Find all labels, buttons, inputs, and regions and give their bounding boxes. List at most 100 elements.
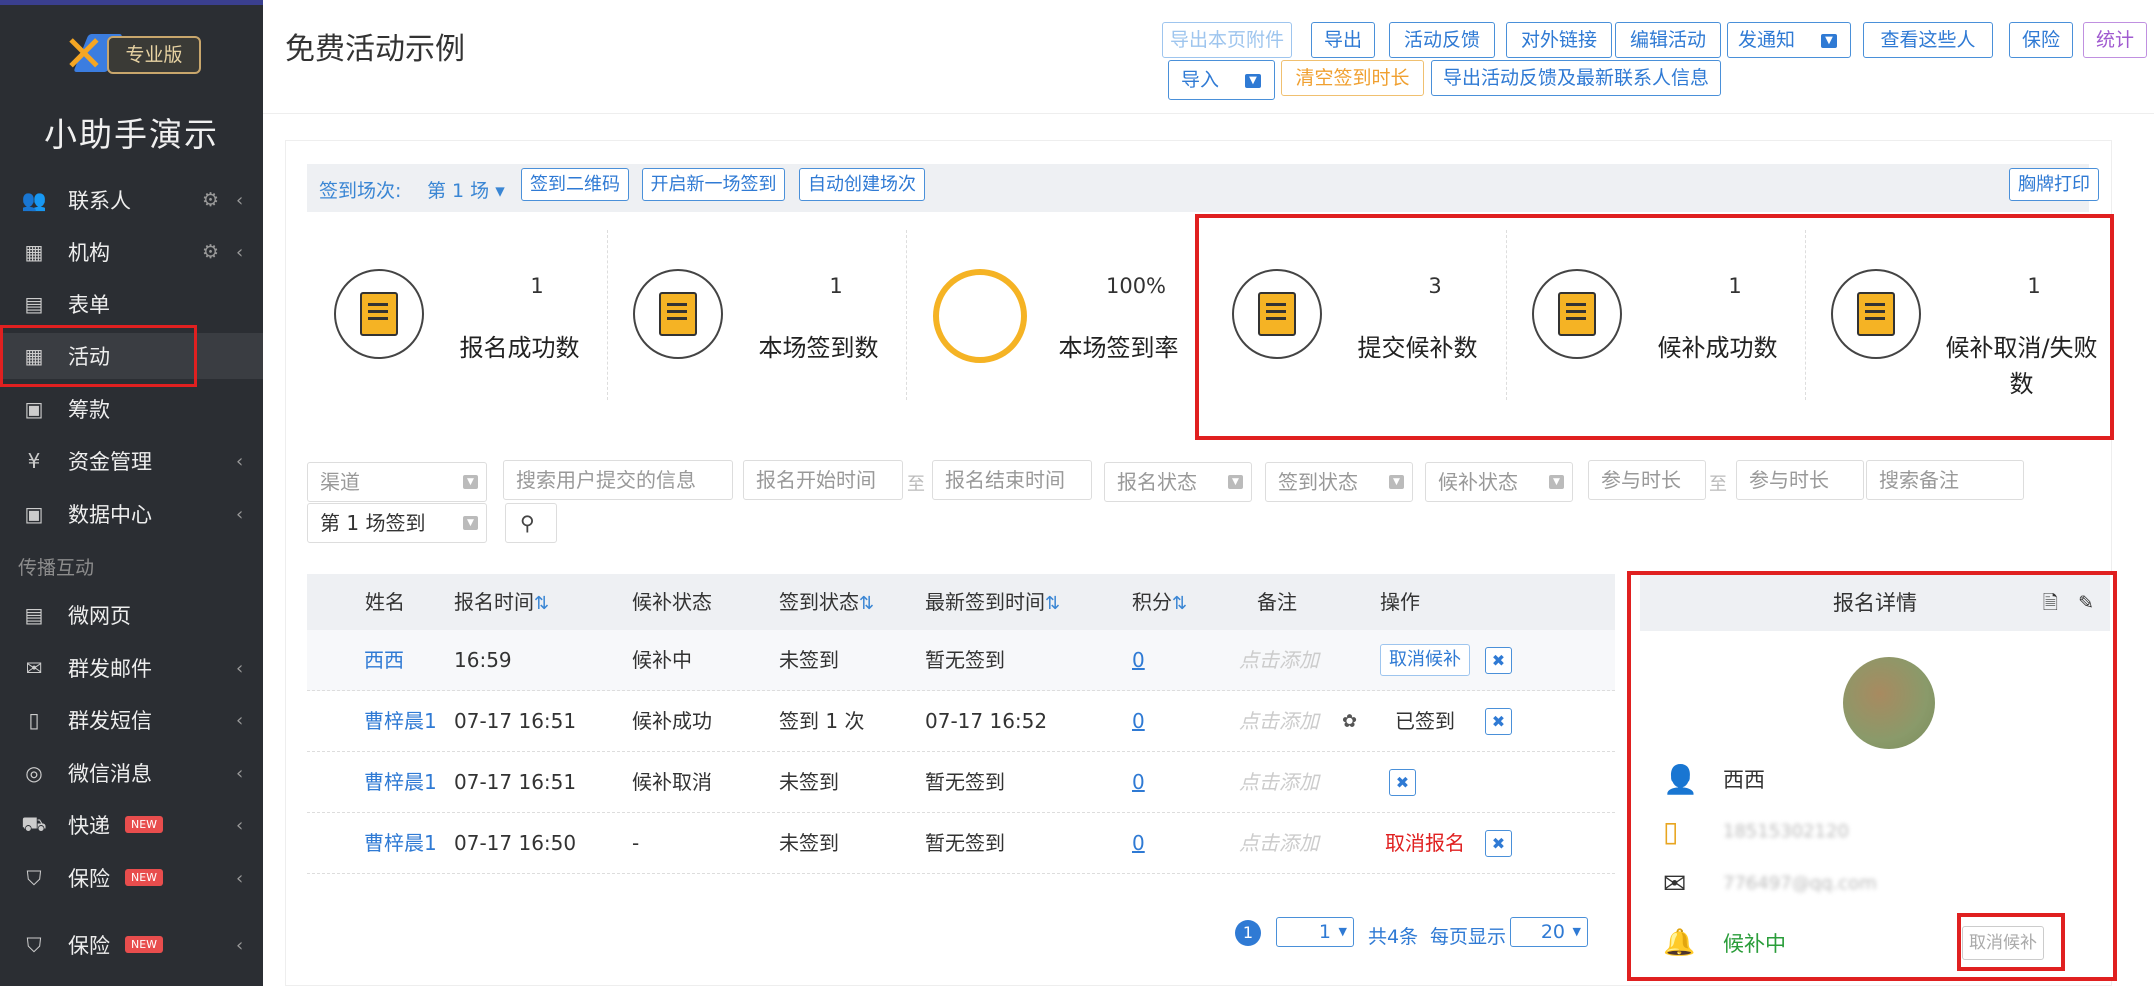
- col-points[interactable]: 积分⇅: [1132, 574, 1187, 630]
- sidebar-item-micropage[interactable]: ▤ 微网页: [0, 592, 263, 638]
- points-link[interactable]: 0: [1132, 691, 1145, 752]
- export-feedback-contacts-button[interactable]: 导出活动反馈及最新联系人信息: [1431, 60, 1721, 96]
- document-icon[interactable]: 🗎: [2043, 575, 2058, 631]
- detail-phone-row: ▯ 18515302120: [1663, 811, 1849, 851]
- detail-email-row: ✉ 776497@qq.com: [1663, 863, 1877, 903]
- sidebar-item-insurance-2[interactable]: ⛉ 保险 NEW ‹: [0, 922, 263, 968]
- view-people-button[interactable]: 查看这些人: [1863, 22, 1993, 58]
- gear-icon[interactable]: ⚙: [202, 241, 219, 263]
- remark-add[interactable]: 点击添加: [1239, 752, 1319, 813]
- sidebar-item-mail[interactable]: ✉ 群发邮件 ‹: [0, 645, 263, 691]
- sort-icon[interactable]: ⇅: [534, 593, 549, 614]
- reg-status-select[interactable]: 报名状态 ▼: [1104, 462, 1252, 502]
- cancel-waitlist-button[interactable]: 取消候补: [1380, 644, 1470, 676]
- session-selector[interactable]: 第 1 场 ▾: [427, 176, 505, 203]
- per-page-select[interactable]: 20 ▼: [1510, 917, 1588, 947]
- duration-max-input[interactable]: 参与时长: [1736, 460, 1864, 500]
- notify-dropdown[interactable]: 发通知 ▼: [1727, 22, 1851, 58]
- col-remark: 备注: [1257, 590, 1297, 614]
- gear-icon[interactable]: ⚙: [202, 189, 219, 211]
- sidebar-item-label: 微信消息: [68, 762, 152, 786]
- table-row[interactable]: 曹梓晨1 07-17 16:51 候补成功 签到 1 次 07-17 16:52…: [307, 691, 1615, 752]
- cancel-waitlist-button[interactable]: 取消候补: [1962, 926, 2044, 960]
- new-session-button[interactable]: 开启新一场签到: [642, 168, 785, 201]
- table-row[interactable]: 西西 16:59 候补中 未签到 暂无签到 0 点击添加 取消候补 ✖: [307, 630, 1615, 691]
- page-select[interactable]: 1 ▼: [1276, 917, 1354, 947]
- export-attachments-button[interactable]: 导出本页附件: [1162, 22, 1292, 58]
- delete-icon[interactable]: ✖: [1389, 769, 1416, 796]
- detail-name: 西西: [1723, 768, 1765, 792]
- sidebar-item-activity[interactable]: ▦ 活动: [0, 333, 263, 379]
- cancel-registration-link[interactable]: 取消报名: [1385, 813, 1465, 874]
- search-info-input[interactable]: 搜索用户提交的信息: [503, 460, 733, 500]
- logo-x-icon: ✕: [63, 25, 105, 83]
- activity-feedback-button[interactable]: 活动反馈: [1389, 22, 1495, 58]
- col-last-signin[interactable]: 最新签到时间⇅: [925, 574, 1060, 630]
- name-link[interactable]: 曹梓晨1: [364, 813, 437, 874]
- col-reg-time[interactable]: 报名时间⇅: [454, 574, 549, 630]
- insurance-button[interactable]: 保险: [2009, 22, 2073, 58]
- sort-icon[interactable]: ⇅: [859, 593, 874, 614]
- points-link[interactable]: 0: [1132, 630, 1145, 691]
- statistics-button[interactable]: 统计: [2083, 22, 2147, 58]
- sidebar-item-express[interactable]: ⛟ 快递 NEW ‹: [0, 802, 263, 848]
- name-link[interactable]: 西西: [364, 630, 404, 691]
- reg-start-input[interactable]: 报名开始时间: [743, 460, 903, 500]
- per-page-label: 每页显示: [1430, 926, 1507, 948]
- table-row[interactable]: 曹梓晨1 07-17 16:51 候补取消 未签到 暂无签到 0 点击添加 ✖: [307, 752, 1615, 813]
- app-logo[interactable]: ✕ 专业版: [63, 28, 201, 80]
- sign-status-select[interactable]: 签到状态 ▼: [1265, 462, 1413, 502]
- channel-select[interactable]: 渠道 ▼: [307, 462, 487, 502]
- table-row[interactable]: 曹梓晨1 07-17 16:50 - 未签到 暂无签到 0 点击添加 取消报名 …: [307, 813, 1615, 874]
- sidebar-item-insurance[interactable]: ⛉ 保险 NEW ‹: [0, 855, 263, 901]
- qrcode-button[interactable]: 签到二维码: [521, 168, 629, 201]
- col-sign-status[interactable]: 签到状态⇅: [779, 574, 874, 630]
- pencil-icon[interactable]: ✎: [2078, 575, 2094, 631]
- search-button[interactable]: ⚲: [505, 503, 557, 543]
- last-signin: 07-17 16:52: [925, 709, 1048, 733]
- edit-activity-button[interactable]: 编辑活动: [1615, 22, 1721, 58]
- reg-end-input[interactable]: 报名结束时间: [932, 460, 1092, 500]
- calendar-icon: ▦: [24, 344, 44, 368]
- remark-add[interactable]: 点击添加: [1239, 691, 1319, 752]
- auto-session-button[interactable]: 自动创建场次: [799, 168, 925, 201]
- range-separator: 至: [907, 474, 925, 495]
- sidebar-item-org[interactable]: ▦ 机构 ⚙ ‹: [0, 229, 263, 275]
- name-link[interactable]: 曹梓晨1: [364, 691, 437, 752]
- import-dropdown[interactable]: 导入 ▼: [1168, 60, 1275, 100]
- sidebar-item-finance[interactable]: ¥ 资金管理 ‹: [0, 438, 263, 484]
- detail-phone: 18515302120: [1723, 820, 1849, 842]
- edit-document-icon: [633, 269, 723, 359]
- page-current[interactable]: 1: [1235, 920, 1261, 946]
- points-link[interactable]: 0: [1132, 813, 1145, 874]
- delete-icon[interactable]: ✖: [1485, 830, 1512, 857]
- remark-add[interactable]: 点击添加: [1239, 630, 1319, 691]
- delete-icon[interactable]: ✖: [1485, 647, 1512, 674]
- data-icon: ▣: [24, 502, 44, 526]
- session-select[interactable]: 第 1 场签到 ▼: [307, 503, 487, 543]
- external-link-button[interactable]: 对外链接: [1506, 22, 1612, 58]
- sidebar-item-form[interactable]: ▤ 表单: [0, 281, 263, 327]
- sidebar-item-fundraise[interactable]: ▣ 筹款: [0, 386, 263, 432]
- sidebar-item-data[interactable]: ▣ 数据中心 ‹: [0, 491, 263, 537]
- caret-down-icon: ▼: [1821, 33, 1838, 48]
- badge-print-button[interactable]: 胸牌打印: [2009, 168, 2099, 201]
- delete-icon[interactable]: ✖: [1485, 708, 1512, 735]
- clear-duration-button[interactable]: 清空签到时长: [1281, 60, 1424, 96]
- sidebar-item-sms[interactable]: ▯ 群发短信 ‹: [0, 697, 263, 743]
- points-link[interactable]: 0: [1132, 752, 1145, 813]
- wait-status: 候补成功: [632, 709, 712, 733]
- sidebar-item-wechat[interactable]: ◎ 微信消息 ‹: [0, 750, 263, 796]
- caret-down-icon: ▼: [1549, 475, 1564, 489]
- remark-add[interactable]: 点击添加: [1239, 813, 1319, 874]
- sort-icon[interactable]: ⇅: [1172, 593, 1187, 614]
- search-note-input[interactable]: 搜索备注: [1866, 460, 2024, 500]
- wait-status-select[interactable]: 候补状态 ▼: [1425, 462, 1573, 502]
- name-link[interactable]: 曹梓晨1: [364, 752, 437, 813]
- duration-min-input[interactable]: 参与时长: [1588, 460, 1706, 500]
- sidebar-item-contacts[interactable]: 👥 联系人 ⚙ ‹: [0, 177, 263, 223]
- export-button[interactable]: 导出: [1311, 22, 1375, 58]
- detail-status-row: 🔔 候补中: [1663, 923, 1786, 963]
- sort-icon[interactable]: ⇅: [1045, 593, 1060, 614]
- form-icon: ▤: [24, 292, 44, 316]
